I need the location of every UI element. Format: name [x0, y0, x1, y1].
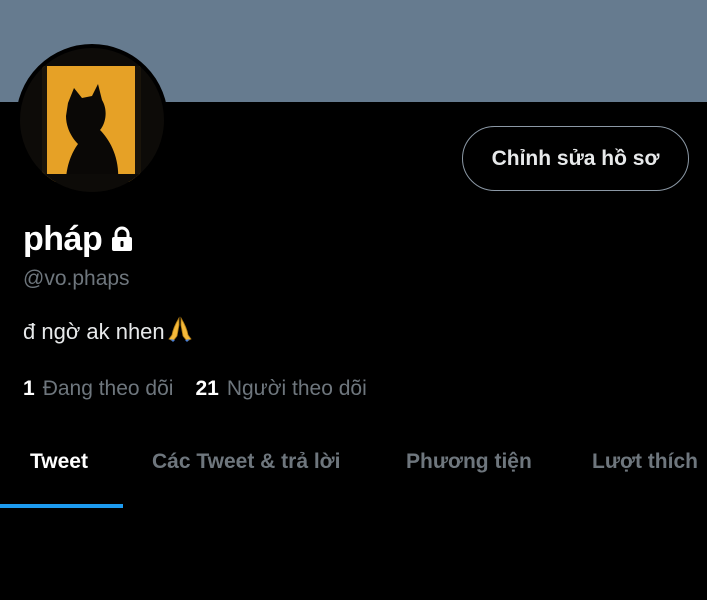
active-tab-indicator: [0, 504, 123, 508]
tab-likes[interactable]: Lượt thích: [592, 450, 698, 474]
profile-bio-text: đ ngờ ak nhen: [23, 319, 165, 344]
folded-hands-icon: [167, 315, 193, 349]
lock-icon: [108, 225, 136, 258]
following-label: Đang theo dõi: [42, 377, 174, 400]
avatar[interactable]: [16, 44, 168, 196]
followers-label: Người theo dõi: [226, 377, 367, 400]
profile-handle: @vo.phaps: [23, 267, 130, 290]
tab-media[interactable]: Phương tiện: [406, 450, 532, 474]
edit-profile-button[interactable]: Chỉnh sửa hồ sơ: [462, 126, 689, 191]
avatar-image: [20, 48, 164, 192]
followers-stat[interactable]: 21 Người theo dõi: [195, 377, 366, 401]
profile-name: pháp: [23, 220, 103, 258]
tab-tweets-and-replies[interactable]: Các Tweet & trả lời: [152, 450, 340, 474]
profile-name-row: pháp: [23, 220, 136, 259]
tab-tweet[interactable]: Tweet: [30, 450, 88, 474]
following-count: 1: [23, 377, 35, 400]
followers-count: 21: [195, 377, 219, 400]
profile-tabs: Tweet Các Tweet & trả lời Phương tiện Lư…: [0, 430, 707, 510]
following-stat[interactable]: 1 Đang theo dõi: [23, 377, 173, 401]
profile-stats: 1 Đang theo dõi 21 Người theo dõi: [23, 377, 367, 401]
profile-bio: đ ngờ ak nhen: [23, 315, 193, 349]
